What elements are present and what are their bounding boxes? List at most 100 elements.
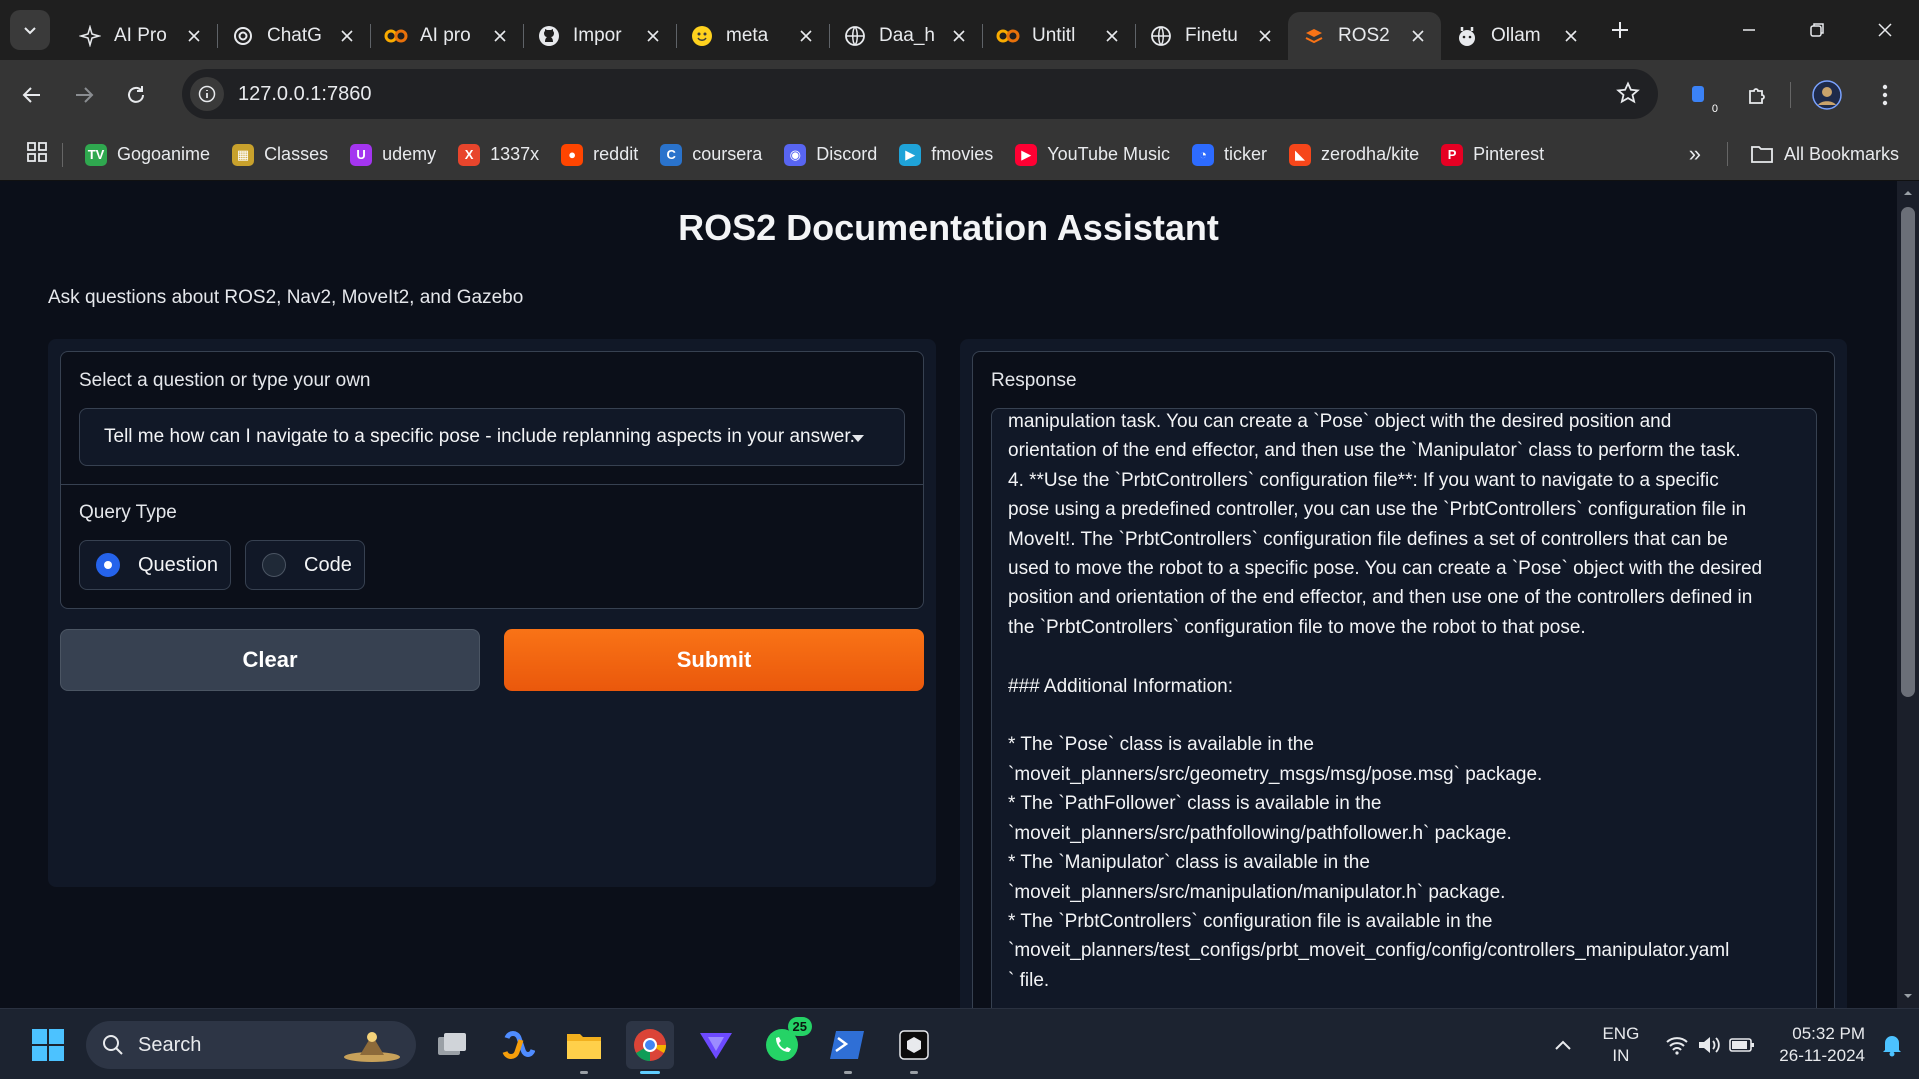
tab-close-icon[interactable] bbox=[336, 25, 358, 47]
scroll-up-icon[interactable] bbox=[1902, 187, 1914, 199]
tab-0[interactable]: AI Pro bbox=[64, 12, 217, 60]
avatar-icon bbox=[1812, 80, 1842, 110]
bookmark-1[interactable]: ▦ Classes bbox=[232, 143, 328, 166]
chevron-up-icon[interactable] bbox=[1554, 1039, 1572, 1051]
tab-4[interactable]: meta bbox=[676, 12, 829, 60]
taskbar-search[interactable]: Search bbox=[86, 1021, 416, 1069]
bookmark-2[interactable]: Uudemy bbox=[350, 143, 436, 166]
bookmark-label: zerodha/kite bbox=[1321, 144, 1420, 164]
bookmark-10[interactable]: ◣ zerodha/kite bbox=[1289, 143, 1420, 166]
chrome-taskbar-button[interactable] bbox=[626, 1021, 674, 1074]
submit-button[interactable]: Submit bbox=[504, 629, 924, 691]
language-indicator[interactable]: ENG IN bbox=[1602, 1023, 1639, 1067]
star-icon[interactable] bbox=[1616, 81, 1640, 105]
site-info-button[interactable] bbox=[190, 77, 224, 111]
running-indicator bbox=[910, 1071, 918, 1074]
arrow-right-icon bbox=[76, 86, 94, 103]
clock[interactable]: 05:32 PM 26-11-2024 bbox=[1779, 1023, 1865, 1067]
clear-button[interactable]: Clear bbox=[60, 629, 480, 691]
bookmark-11[interactable]: P Pinterest bbox=[1441, 143, 1544, 166]
page-scrollbar[interactable] bbox=[1897, 181, 1919, 1008]
bookmark-favicon-icon: U bbox=[350, 143, 373, 166]
bookmark-3[interactable]: X 1337x bbox=[458, 143, 539, 166]
cube-icon bbox=[899, 1030, 929, 1060]
tab-6[interactable]: Untitl bbox=[982, 12, 1135, 60]
tab-close-icon[interactable] bbox=[183, 25, 205, 47]
new-tab-button[interactable] bbox=[1600, 10, 1640, 50]
profile-avatar[interactable] bbox=[1805, 73, 1849, 117]
bookmark-favicon-icon: ▶ bbox=[1015, 143, 1038, 166]
bookmark-8[interactable]: ▶ YouTube Music bbox=[1015, 143, 1170, 166]
box-app-button[interactable] bbox=[890, 1021, 938, 1074]
bookmark-favicon-icon: ▦ bbox=[232, 143, 255, 166]
colab-favicon-icon bbox=[996, 24, 1020, 48]
info-icon bbox=[198, 85, 216, 103]
copilot-button[interactable] bbox=[494, 1021, 542, 1069]
close-window-button[interactable] bbox=[1851, 0, 1919, 60]
copilot-icon bbox=[502, 1031, 535, 1059]
tab-close-icon[interactable] bbox=[1101, 25, 1123, 47]
question-dropdown[interactable]: Tell me how can I navigate to a specific… bbox=[79, 408, 905, 466]
browser-menu-button[interactable] bbox=[1863, 73, 1907, 117]
bookmark-7[interactable]: ▶ fmovies bbox=[899, 143, 993, 166]
bookmark-9[interactable]: ◔ ticker bbox=[1192, 143, 1267, 166]
restore-icon bbox=[1810, 23, 1824, 37]
tab-close-icon[interactable] bbox=[1407, 25, 1429, 47]
notification-bell-icon[interactable] bbox=[1881, 1033, 1903, 1057]
tab-2[interactable]: AI pro bbox=[370, 12, 523, 60]
bookmark-6[interactable]: ◉ Discord bbox=[784, 143, 878, 166]
forward-button[interactable] bbox=[64, 75, 104, 115]
file-explorer-button[interactable] bbox=[560, 1021, 608, 1074]
radio-unselected-icon[interactable] bbox=[262, 553, 286, 577]
whatsapp-button[interactable]: 25 bbox=[758, 1017, 812, 1069]
radio-code[interactable]: Code bbox=[245, 540, 365, 590]
task-view-button[interactable] bbox=[428, 1021, 476, 1069]
address-bar[interactable]: 127.0.0.1:7860 bbox=[182, 69, 1658, 119]
bookmark-5[interactable]: Ccoursera bbox=[660, 143, 762, 166]
question-form: Select a question or type your own Tell … bbox=[60, 351, 924, 609]
tab-1[interactable]: ChatG bbox=[217, 12, 370, 60]
dropdown-caret-icon[interactable] bbox=[852, 435, 864, 442]
restore-button[interactable] bbox=[1783, 0, 1851, 60]
volume-icon[interactable] bbox=[1697, 1035, 1721, 1055]
tab-9[interactable]: Ollam bbox=[1441, 12, 1594, 60]
bookmark-label: reddit bbox=[593, 144, 639, 164]
tab-close-icon[interactable] bbox=[1254, 25, 1276, 47]
all-bookmarks-button[interactable]: All Bookmarks bbox=[1750, 144, 1899, 165]
tab-close-icon[interactable] bbox=[795, 25, 817, 47]
tab-search-button[interactable] bbox=[10, 10, 50, 50]
gradio-app: ROS2 Documentation Assistant Ask questio… bbox=[0, 181, 1897, 1028]
output-panel: Response manipulation task. You can crea… bbox=[960, 339, 1847, 1028]
extensions-button[interactable] bbox=[1736, 73, 1780, 117]
more-bookmarks-chevron-icon[interactable]: » bbox=[1689, 141, 1701, 167]
bookmark-0[interactable]: TV Gogoanime bbox=[85, 143, 210, 166]
apps-button[interactable] bbox=[26, 141, 48, 168]
battery-icon[interactable] bbox=[1729, 1036, 1755, 1054]
bookmark-4[interactable]: ● reddit bbox=[561, 143, 639, 166]
password-extension-button[interactable]: 0 bbox=[1678, 73, 1722, 117]
tab-7[interactable]: Finetu bbox=[1135, 12, 1288, 60]
tab-close-icon[interactable] bbox=[948, 25, 970, 47]
tab-close-icon[interactable] bbox=[642, 25, 664, 47]
extension-logo-icon bbox=[1692, 86, 1704, 102]
tab-close-icon[interactable] bbox=[1560, 25, 1582, 47]
bookmark-label: Discord bbox=[816, 144, 878, 164]
response-textbox[interactable]: manipulation task. You can create a `Pos… bbox=[991, 408, 1817, 1028]
minimize-button[interactable] bbox=[1715, 0, 1783, 60]
plus-icon bbox=[1612, 22, 1628, 38]
scrollbar-thumb[interactable] bbox=[1901, 207, 1915, 697]
page-subtitle: Ask questions about ROS2, Nav2, MoveIt2,… bbox=[48, 287, 524, 308]
tab-5[interactable]: Daa_h bbox=[829, 12, 982, 60]
scroll-down-icon[interactable] bbox=[1902, 990, 1914, 1002]
powershell-button[interactable] bbox=[824, 1021, 872, 1074]
back-button[interactable] bbox=[12, 75, 52, 115]
tab-3[interactable]: Impor bbox=[523, 12, 676, 60]
reload-button[interactable] bbox=[116, 75, 156, 115]
start-button[interactable] bbox=[24, 1021, 72, 1069]
radio-question[interactable]: Question bbox=[79, 540, 231, 590]
wifi-icon[interactable] bbox=[1665, 1035, 1689, 1055]
tab-8[interactable]: ROS2 bbox=[1288, 12, 1441, 60]
proton-vpn-button[interactable] bbox=[692, 1021, 740, 1069]
tab-close-icon[interactable] bbox=[489, 25, 511, 47]
radio-selected-icon[interactable] bbox=[96, 553, 120, 577]
